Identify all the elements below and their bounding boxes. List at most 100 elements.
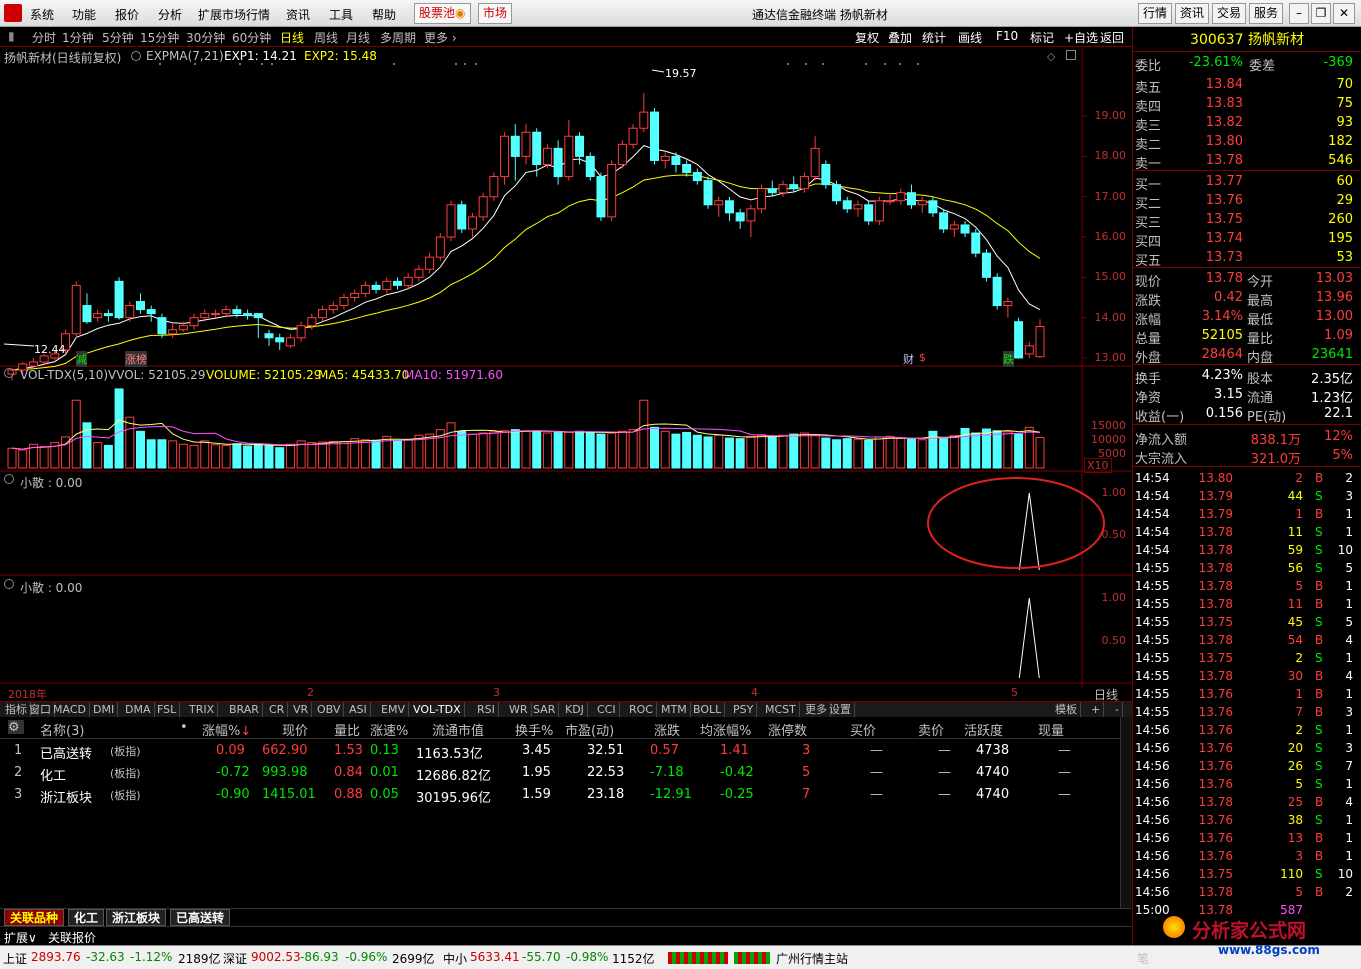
table-header-2[interactable]: 涨幅%↓ [202,720,251,739]
table-header-5[interactable]: 涨速% [370,720,408,739]
table-scrollbar[interactable] [1120,717,1132,925]
sz-label[interactable]: 深证 [223,950,247,967]
tool-6[interactable]: +自选 [1064,29,1098,46]
period-menu-icon[interactable]: ▮ [8,29,15,43]
tool-5[interactable]: 标记 [1030,29,1054,46]
ind-tab-23[interactable]: MCST [762,702,800,717]
ind-tab-20[interactable]: MTM [658,702,691,717]
period-6[interactable]: 日线 [280,29,304,46]
menu-ext-market[interactable]: 扩展市场行情 [198,6,270,23]
period-8[interactable]: 月线 [346,29,370,46]
bottom-tab-3[interactable]: 已高送转 [170,909,231,926]
ind-tab-12[interactable]: EMV [378,702,409,717]
tag-die[interactable]: 跌 [1003,351,1014,367]
ind-tab-10[interactable]: OBV [314,702,345,717]
period-10[interactable]: 更多 › [424,29,457,46]
table-row[interactable]: 2 化工 (板指) -0.72 993.98 0.84 0.01 12686.82亿 1.95 2… [0,762,1120,784]
menu-system[interactable]: 系统 [30,6,54,23]
table-header-12[interactable]: 买价 [850,720,876,739]
table-header-3[interactable]: 现价 [282,720,308,739]
ind-tab-4[interactable]: DMA [122,702,155,717]
restore-icon[interactable]: ❐ [1311,3,1331,24]
bottom-tab-2[interactable]: 浙江板块 [106,909,167,926]
ind-tab-25[interactable]: 设置 [826,702,855,717]
related-quote-tab[interactable]: 关联报价 [48,929,96,946]
period-5[interactable]: 60分钟 [232,29,271,46]
menu-help[interactable]: 帮助 [372,6,396,23]
bottom-tab-0[interactable]: 关联品种 [4,909,65,926]
ext-toggle[interactable]: 扩展∨ [4,929,37,946]
top-news-button[interactable]: 资讯 [1175,3,1209,24]
indicator-settings-icon[interactable] [131,51,141,61]
tag-cai[interactable]: 财 [903,351,914,367]
top-quote-button[interactable]: 行情 [1138,3,1172,24]
ind-tab-11[interactable]: ASI [346,702,371,717]
ind-tab-17[interactable]: KDJ [562,702,588,717]
tag-jian[interactable]: 减 [76,351,87,367]
vol-settings-icon[interactable] [4,368,14,378]
ind-tab-8[interactable]: CR [266,702,289,717]
period-9[interactable]: 多周期 [380,29,416,46]
table-row[interactable]: 1 已高送转 (板指) 0.09 662.90 1.53 0.13 1163.53亿 3.45 3… [0,740,1120,762]
table-header-8[interactable]: 市盈(动) [565,720,614,739]
tool-7[interactable]: 返回 [1100,29,1124,46]
period-0[interactable]: 分时 [32,29,56,46]
remove-tab[interactable]: - [1112,702,1123,717]
ind-tab-7[interactable]: BRAR [226,702,263,717]
ind-tab-18[interactable]: CCI [594,702,620,717]
tool-1[interactable]: 叠加 [888,29,912,46]
tool-3[interactable]: 画线 [958,29,982,46]
table-header-11[interactable]: 涨停数 [768,720,807,739]
sort-desc-icon[interactable]: ↓ [240,724,251,739]
menu-news[interactable]: 资讯 [286,6,310,23]
table-header-6[interactable]: 流通市值 [432,720,484,739]
period-1[interactable]: 1分钟 [62,29,94,46]
table-header-10[interactable]: 均涨幅% [700,720,751,739]
period-7[interactable]: 周线 [314,29,338,46]
sub1-settings-icon[interactable] [4,474,14,484]
ind-tab-13[interactable]: VOL-TDX [410,702,465,717]
ind-tab-16[interactable]: SAR [530,702,560,717]
table-header-1[interactable]: • [180,720,188,735]
menu-analysis[interactable]: 分析 [158,6,182,23]
ind-tab-6[interactable]: TRIX [186,702,219,717]
period-2[interactable]: 5分钟 [102,29,134,46]
minimize-icon[interactable]: – [1289,3,1309,24]
table-header-4[interactable]: 量比 [334,720,360,739]
ind-tab-9[interactable]: VR [290,702,313,717]
ind-tab-19[interactable]: ROC [626,702,657,717]
tool-4[interactable]: F10 [996,29,1018,43]
bottom-tab-1[interactable]: 化工 [68,909,105,926]
table-row[interactable]: 3 浙江板块 (板指) -0.90 1415.01 0.88 0.05 30195.96亿 1.… [0,784,1120,806]
close-icon[interactable]: ✕ [1333,3,1355,24]
ind-tab-14[interactable]: RSI [474,702,499,717]
menu-quote[interactable]: 报价 [115,6,139,23]
ind-tab-21[interactable]: BOLL [690,702,726,717]
ind-tab-3[interactable]: DMI [90,702,119,717]
table-header-9[interactable]: 涨跌 [654,720,680,739]
table-settings-icon[interactable]: ⚙ [8,720,24,735]
period-4[interactable]: 30分钟 [186,29,225,46]
ind-tab-2[interactable]: MACD [50,702,90,717]
zx-label[interactable]: 中小 [443,950,467,967]
dollar-icon[interactable]: $ [919,351,926,364]
table-header-14[interactable]: 活跃度 [964,720,1003,739]
ind-tab-22[interactable]: PSY [730,702,758,717]
period-3[interactable]: 15分钟 [140,29,179,46]
window-toggle-icon[interactable] [1066,50,1076,60]
ind-tab-15[interactable]: WR [506,702,532,717]
menu-tools[interactable]: 工具 [329,6,353,23]
table-header-13[interactable]: 卖价 [918,720,944,739]
ind-tab-5[interactable]: FSL [154,702,181,717]
menu-function[interactable]: 功能 [72,6,96,23]
market-button[interactable]: 市场 [478,3,513,24]
stock-pool-button[interactable]: 股票池◉ [414,3,471,24]
sh-label[interactable]: 上证 [3,950,27,967]
table-header-15[interactable]: 现量 [1038,720,1064,739]
tool-2[interactable]: 统计 [922,29,946,46]
diamond-icon[interactable]: ◇ [1047,50,1055,63]
add-tab[interactable]: + [1088,702,1105,717]
tag-zhangbang[interactable]: 涨榜 [125,351,147,367]
server-name[interactable]: 广州行情主站 [776,950,848,967]
sub2-settings-icon[interactable] [4,579,14,589]
